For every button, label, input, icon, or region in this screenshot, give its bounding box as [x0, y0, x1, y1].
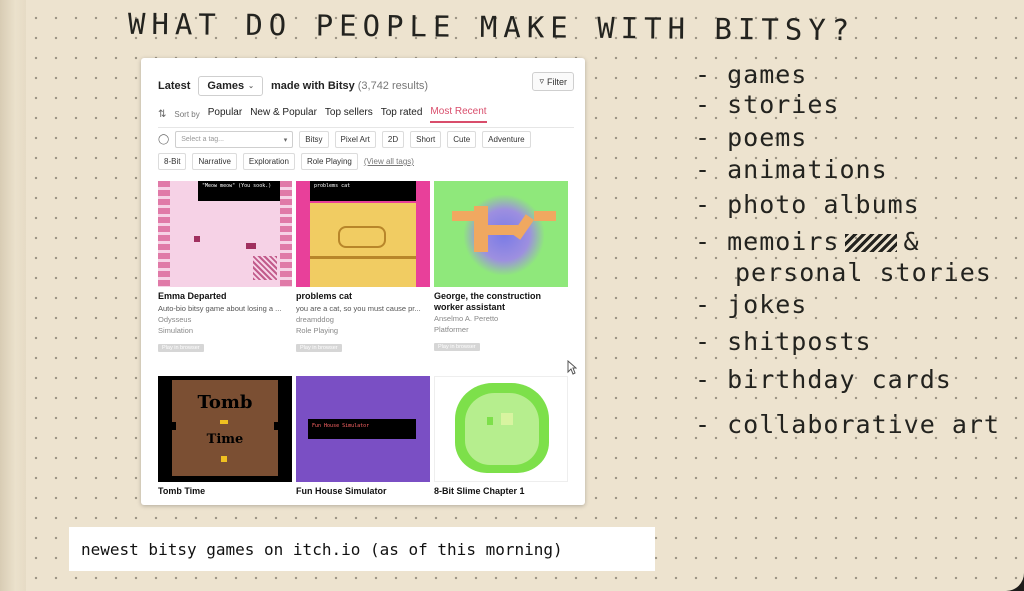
game-author[interactable]: dreamddog: [296, 315, 430, 325]
game-title[interactable]: problems cat: [296, 291, 430, 302]
sort-bar: ⇅ Sort by Popular New & Popular Top sell…: [158, 106, 487, 123]
game-card[interactable]: 8-Bit Slime Chapter 1: [434, 376, 568, 497]
tag-adventure[interactable]: Adventure: [482, 131, 531, 148]
thumb-subtitle-text: Time: [206, 432, 244, 447]
game-description: Auto-bio bitsy game about losing a ...: [158, 304, 282, 313]
list-item-birthday-cards: - birthday cards: [695, 365, 952, 394]
funnel-icon: ▿: [539, 76, 544, 86]
tag-bitsy[interactable]: Bitsy: [299, 131, 329, 148]
list-item-shitposts: - shitposts: [695, 327, 872, 356]
list-item-collaborative-art: - collaborative art: [695, 410, 1000, 439]
tag-8-bit[interactable]: 8-Bit: [158, 153, 187, 170]
scribble-strikeout: [845, 234, 898, 252]
dialog-box: Fun House Simulator: [308, 419, 416, 439]
game-title[interactable]: Fun House Simulator: [296, 486, 430, 497]
game-thumbnail[interactable]: "Meow meow" (You sook.): [158, 181, 292, 287]
caret-down-icon: ▾: [283, 136, 288, 144]
game-card[interactable]: George, the construction worker assistan…: [434, 181, 568, 353]
list-item-animations: - animations: [695, 155, 888, 184]
handwritten-headline: WHAT DO PEOPLE MAKE WITH BITSY?: [127, 6, 856, 48]
category-value: Games: [207, 80, 245, 92]
filter-label: Filter: [547, 76, 567, 87]
game-thumbnail[interactable]: Fun House Simulator: [296, 376, 430, 482]
memoirs-text: - memoirs: [695, 227, 840, 256]
game-genre: Simulation: [158, 326, 194, 335]
made-with-label: made with Bitsy: [270, 80, 355, 92]
game-thumbnail[interactable]: [434, 376, 568, 482]
game-author[interactable]: Anselmo A. Peretto: [434, 314, 568, 324]
game-card[interactable]: problems cat problems cat you are a cat,…: [296, 181, 430, 354]
game-thumbnail[interactable]: problems cat: [296, 181, 430, 287]
list-item-photo-albums: - photo albums: [695, 190, 920, 219]
filter-button[interactable]: ▿ Filter: [532, 72, 574, 91]
browse-header: Latest Games ⌄ made with Bitsy (3,742 re…: [158, 76, 428, 96]
sort-top-rated[interactable]: Top rated: [381, 107, 423, 122]
list-item-jokes: - jokes: [695, 290, 808, 319]
tag-select[interactable]: Select a tag... ▾: [175, 131, 294, 148]
list-item-memoirs: - memoirs &: [695, 227, 920, 256]
sort-top-sellers[interactable]: Top sellers: [325, 107, 373, 122]
list-item-stories: - stories: [695, 90, 840, 119]
sort-icon: ⇅: [158, 109, 167, 120]
tag-row-1: ◯ Select a tag... ▾ Bitsy Pixel Art 2D S…: [158, 131, 531, 148]
game-title[interactable]: 8-Bit Slime Chapter 1: [434, 486, 568, 497]
game-card[interactable]: "Meow meow" (You sook.) Emma Departed Au…: [158, 181, 292, 354]
tag-exploration[interactable]: Exploration: [242, 153, 295, 170]
divider: [158, 127, 574, 128]
chevron-down-icon: ⌄: [248, 83, 254, 90]
sort-popular[interactable]: Popular: [208, 107, 242, 122]
mouse-cursor-icon: [567, 360, 577, 375]
tag-cute[interactable]: Cute: [447, 131, 477, 148]
dialog-box: "Meow meow" (You sook.): [198, 181, 280, 201]
tag-2d[interactable]: 2D: [381, 131, 405, 148]
game-genre: Platformer: [434, 325, 469, 334]
sort-by-label: Sort by: [174, 110, 200, 119]
video-caption: newest bitsy games on itch.io (as of thi…: [69, 527, 655, 571]
ampersand-text: &: [903, 227, 920, 256]
tag-select-placeholder: Select a tag...: [181, 136, 225, 143]
game-title[interactable]: Emma Departed: [158, 291, 292, 302]
itch-browse-panel: Latest Games ⌄ made with Bitsy (3,742 re…: [141, 58, 585, 505]
list-item-games: - games: [695, 60, 808, 89]
play-in-browser-badge: Play in browser: [158, 344, 204, 352]
thumb-title-text: Tomb: [197, 392, 253, 413]
tag-pixel-art[interactable]: Pixel Art: [334, 131, 376, 148]
list-item-poems: - poems: [695, 123, 808, 152]
game-author[interactable]: Odysseus: [158, 315, 292, 325]
tag-icon: ◯: [158, 134, 170, 145]
tag-narrative[interactable]: Narrative: [192, 153, 237, 170]
list-item-personal-stories: personal stories: [735, 258, 992, 287]
play-in-browser-badge: Play in browser: [434, 343, 480, 351]
sort-most-recent[interactable]: Most Recent: [430, 106, 487, 123]
play-in-browser-badge: Play in browser: [296, 344, 342, 352]
dialog-box: problems cat: [310, 181, 416, 201]
notebook-spine: [0, 0, 26, 591]
game-card[interactable]: Tomb Time Tomb Time: [158, 376, 292, 497]
latest-label: Latest: [158, 80, 191, 92]
results-count: (3,742 results): [357, 80, 429, 92]
game-thumbnail[interactable]: Tomb Time: [158, 376, 292, 482]
tag-role-playing[interactable]: Role Playing: [300, 153, 358, 170]
game-genre: Role Playing: [296, 326, 339, 335]
sort-new-and-popular[interactable]: New & Popular: [250, 107, 317, 122]
category-dropdown[interactable]: Games ⌄: [198, 76, 263, 96]
tag-row-2: 8-Bit Narrative Exploration Role Playing…: [158, 153, 414, 170]
game-description: you are a cat, so you must cause pr...: [296, 304, 421, 313]
view-all-tags-link[interactable]: (View all tags): [364, 157, 414, 166]
game-title[interactable]: George, the construction worker assistan…: [434, 291, 568, 313]
game-card[interactable]: Fun House Simulator Fun House Simulator: [296, 376, 430, 497]
game-thumbnail[interactable]: [434, 181, 568, 287]
tag-short[interactable]: Short: [410, 131, 442, 148]
game-title[interactable]: Tomb Time: [158, 486, 292, 497]
